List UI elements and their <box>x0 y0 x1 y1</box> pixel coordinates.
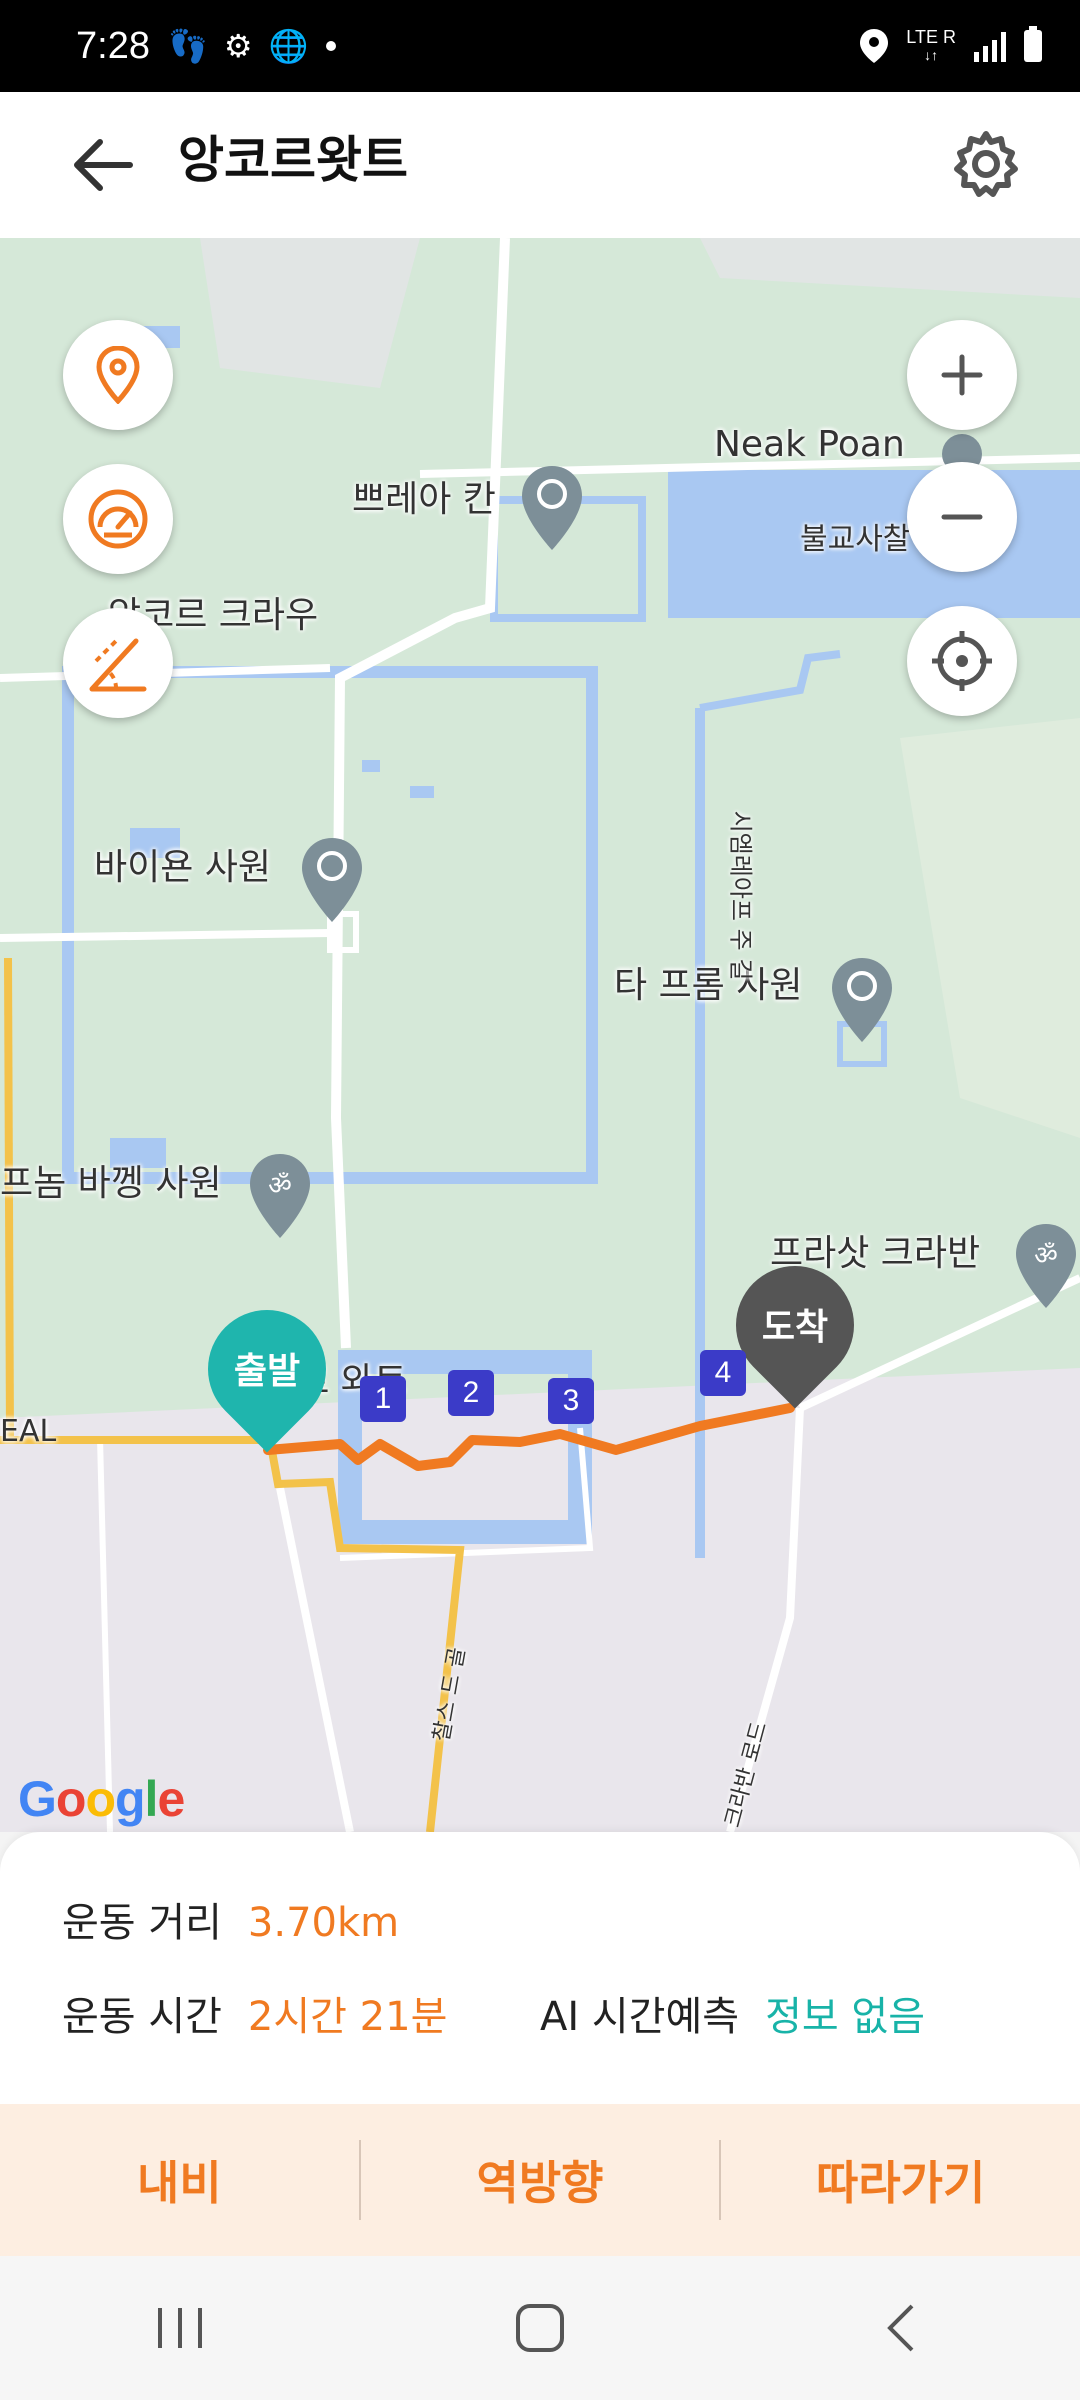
ai-estimate-row: AI 시간예측 정보 없음 <box>540 1984 925 2042</box>
distance-row: 운동 거리 3.70km <box>62 1890 399 1948</box>
zoom-in-button[interactable] <box>907 320 1017 430</box>
location-pin-button[interactable] <box>63 320 173 430</box>
label-buddhist-temple: 불교사찰 <box>800 522 911 557</box>
action-bar: 내비 역방향 따라가기 <box>0 2104 1080 2256</box>
distance-label: 운동 거리 <box>62 1900 222 1946</box>
elevation-button[interactable] <box>63 608 173 718</box>
footprint-icon: 👣 <box>167 27 208 65</box>
settings-button[interactable] <box>950 128 1022 200</box>
back-nav-button[interactable] <box>840 2278 960 2378</box>
ai-estimate-value: 정보 없음 <box>765 1994 925 2040</box>
label-baphuon: 프놈 바껭 사원 <box>0 1163 222 1204</box>
buddhist-temple-pin-icon <box>302 838 362 922</box>
globe-icon: 🌐 <box>268 27 309 65</box>
follow-button[interactable]: 따라가기 <box>721 2104 1080 2256</box>
reverse-button[interactable]: 역방향 <box>361 2104 720 2256</box>
waypoint-marker[interactable]: 4 <box>700 1350 746 1396</box>
buddhist-temple-pin-icon <box>832 958 892 1042</box>
back-chevron-icon <box>887 2304 914 2352</box>
app-bar: 앙코르왓트 <box>0 92 1080 238</box>
distance-value: 3.70km <box>247 1900 400 1946</box>
elevation-icon <box>89 638 147 692</box>
status-bar: 7:28 👣 ⚙ 🌐 LTE R ↓↑ <box>0 0 1080 92</box>
status-notification-icons: 👣 ⚙ 🌐 <box>168 30 308 62</box>
plus-icon <box>941 354 983 396</box>
home-button[interactable] <box>480 2278 600 2378</box>
label-neak-poan: Neak Poan <box>714 424 905 465</box>
time-label: 운동 시간 <box>62 1994 222 2040</box>
hindu-temple-pin-icon: ॐ <box>1016 1224 1076 1308</box>
back-button[interactable] <box>70 136 134 194</box>
page-title: 앙코르왓트 <box>178 131 408 189</box>
speedometer-button[interactable] <box>63 464 173 574</box>
status-dot <box>326 41 337 51</box>
ai-estimate-label: AI 시간예측 <box>540 1994 740 2040</box>
label-bayon: 바이욘 사원 <box>94 847 272 888</box>
label-preah-khan: 쁘레아 칸 <box>352 479 496 520</box>
network-indicator: LTE R ↓↑ <box>906 27 956 63</box>
signal-icon <box>974 30 1006 62</box>
end-label: 도착 <box>761 1307 829 1348</box>
recent-apps-icon <box>158 2308 202 2348</box>
system-nav-bar <box>0 2256 1080 2400</box>
waypoint-marker[interactable]: 2 <box>448 1370 494 1416</box>
label-road-edge: EAL <box>0 1414 57 1449</box>
map-view[interactable]: 쁘레아 칸 Neak Poan 불교사찰 앙코르 크라우 바이욘 사원 타 프롬… <box>0 238 1080 1832</box>
google-attribution: Google <box>18 1771 185 1827</box>
buddhist-temple-pin-icon <box>522 466 582 550</box>
svg-text:ॐ: ॐ <box>1034 1241 1058 1271</box>
battery-icon <box>1024 26 1042 62</box>
location-pin-icon <box>96 346 140 404</box>
label-ta-prohm: 타 프롬 사원 <box>614 965 803 1006</box>
waypoint-marker[interactable]: 3 <box>548 1378 594 1424</box>
waypoint-marker[interactable]: 1 <box>360 1376 406 1422</box>
gear-icon <box>954 131 1018 197</box>
minus-icon <box>941 514 983 520</box>
location-icon <box>860 29 889 63</box>
hindu-temple-pin-icon: ॐ <box>250 1154 310 1238</box>
time-row: 운동 시간 2시간 21분 <box>62 1984 447 2042</box>
zoom-out-button[interactable] <box>907 462 1017 572</box>
svg-text:ॐ: ॐ <box>268 1171 292 1201</box>
status-time: 7:28 <box>76 24 150 67</box>
start-label: 출발 <box>233 1351 301 1392</box>
label-road-siem: 시엠레아프 주 길 <box>726 810 755 981</box>
recent-apps-button[interactable] <box>120 2278 240 2378</box>
status-right: LTE R ↓↑ <box>860 0 1042 92</box>
route-summary-sheet: 운동 거리 3.70km 운동 시간 2시간 21분 AI 시간예측 정보 없음 <box>0 1832 1080 2104</box>
navigate-button[interactable]: 내비 <box>0 2104 359 2256</box>
speedometer-icon <box>88 489 148 549</box>
gear-icon: ⚙ <box>223 27 253 65</box>
my-location-button[interactable] <box>907 606 1017 716</box>
crosshair-icon <box>932 631 992 691</box>
time-value: 2시간 21분 <box>247 1994 448 2040</box>
home-icon <box>516 2304 564 2352</box>
arrow-left-icon <box>74 139 133 191</box>
